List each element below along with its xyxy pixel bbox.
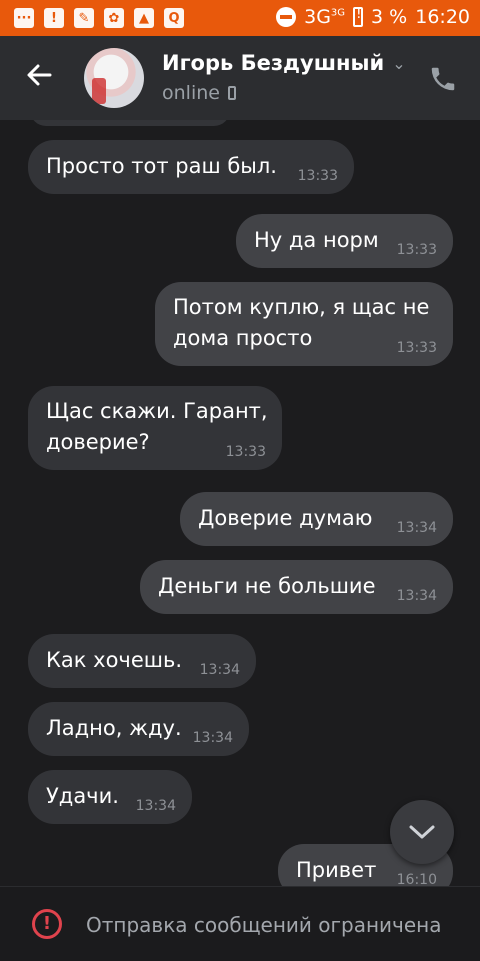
message-bubble-outgoing[interactable]: Ну да норм 13:33 — [236, 214, 453, 268]
contact-name-row[interactable]: Игорь Бездушный ⌄ — [162, 51, 406, 75]
chevron-down-icon[interactable]: ⌄ — [392, 54, 405, 73]
notification-icons: ··· ! ✎ ✿ ▲ Q — [14, 8, 184, 28]
scroll-to-bottom-button[interactable] — [390, 800, 454, 864]
network-indicator: 3G3G — [304, 6, 346, 28]
q-app-notification-icon: Q — [164, 8, 184, 28]
mobile-device-icon — [227, 86, 236, 100]
message-bubble-incoming[interactable]: Щас скажи. Гарант, доверие? 13:33 — [28, 386, 282, 470]
battery-level: 3 % — [371, 6, 408, 28]
message-bubble-outgoing[interactable]: Доверие думаю 13:34 — [180, 492, 453, 546]
warning-icon: ! — [32, 909, 62, 939]
restriction-banner: ! Отправка сообщений ограничена — [0, 886, 480, 961]
status-right: 3G3G 3 % 16:20 — [276, 6, 470, 28]
message-bubble-incoming[interactable]: Ладно, жду. 13:34 — [28, 702, 249, 756]
message-bubble-incoming[interactable]: Как хочешь. 13:34 — [28, 634, 256, 688]
phone-call-icon[interactable] — [428, 64, 458, 94]
do-not-disturb-icon — [276, 7, 297, 27]
message-bubble-partial — [30, 120, 230, 126]
contact-name[interactable]: Игорь Бездушный — [162, 51, 384, 75]
chat-notification-icon: ··· — [14, 8, 34, 28]
status-bar: ··· ! ✎ ✿ ▲ Q 3G3G 3 % 16:20 — [0, 0, 480, 36]
message-bubble-outgoing[interactable]: Потом куплю, я щас не дома просто 13:33 — [155, 282, 453, 366]
status-text: online — [162, 82, 220, 104]
back-arrow-icon[interactable] — [24, 60, 60, 96]
chat-header: Игорь Бездушный ⌄ online — [0, 36, 480, 120]
image-notification-icon: ▲ — [134, 8, 154, 28]
message-bubble-incoming[interactable]: Просто тот раш был. 13:33 — [28, 140, 354, 194]
clock: 16:20 — [415, 6, 470, 28]
message-list[interactable]: Просто тот раш был. 13:33 Ну да норм 13:… — [0, 120, 480, 886]
message-bubble-incoming[interactable]: Удачи. 13:34 — [28, 770, 192, 824]
alert-notification-icon: ! — [44, 8, 64, 28]
game-notification-icon: ✿ — [104, 8, 124, 28]
chevron-down-icon — [409, 825, 435, 839]
battery-icon — [353, 6, 364, 27]
online-status: online — [162, 82, 236, 104]
avatar[interactable] — [84, 48, 144, 108]
message-bubble-outgoing[interactable]: Деньги не большие 13:34 — [140, 560, 453, 614]
broom-notification-icon: ✎ — [74, 8, 94, 28]
restriction-text: Отправка сообщений ограничена — [86, 913, 442, 937]
